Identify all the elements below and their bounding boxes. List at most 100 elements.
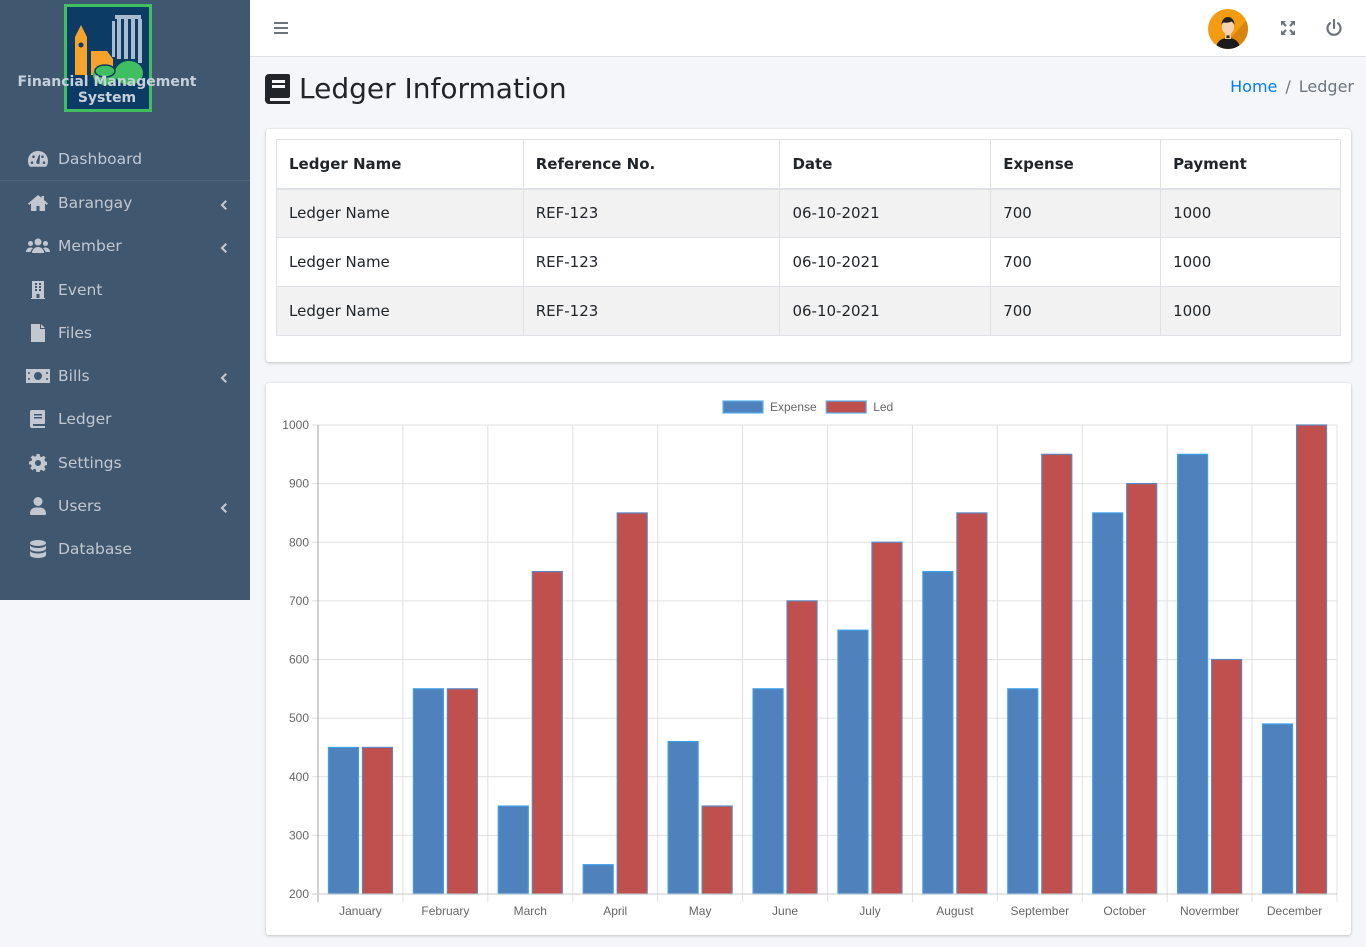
bar-expense-august [922, 570, 954, 895]
sidebar-item-users[interactable]: Users [0, 484, 250, 527]
cell-payment: 1000 [1160, 237, 1341, 287]
home-icon [26, 193, 50, 213]
bar-expense-april [582, 864, 614, 895]
brand-title-line1: Financial Management [17, 74, 197, 90]
hamburger-icon[interactable] [273, 20, 289, 36]
money-bill-icon [26, 366, 50, 386]
sidebar-item-label: Users [58, 497, 102, 516]
y-tick-label: 300 [289, 828, 309, 842]
cell-payment: 1000 [1160, 188, 1341, 238]
x-tick-label: Novermber [1180, 904, 1239, 918]
page-title-text: Ledger Information [299, 72, 567, 105]
bar-led-march [531, 570, 563, 895]
sidebar-item-member[interactable]: Member [0, 225, 250, 268]
bar-expense-september [1007, 688, 1039, 895]
sidebar-item-label: Bills [58, 367, 90, 386]
avatar[interactable] [1208, 9, 1248, 49]
sidebar-item-label: Event [58, 280, 103, 299]
gear-icon [26, 453, 50, 473]
x-tick-label: January [339, 904, 382, 918]
sidebar-item-label: Ledger [58, 410, 112, 429]
bar-led-february [446, 688, 478, 895]
bar-led-may [701, 805, 733, 895]
chevron-left-icon [218, 370, 228, 384]
tachometer-icon [26, 149, 50, 169]
column-header-reference-no[interactable]: Reference No. [522, 139, 781, 190]
cell-reference-no: REF-123 [522, 286, 781, 336]
chevron-left-icon [218, 240, 228, 254]
chevron-left-icon [218, 500, 228, 514]
cell-payment: 1000 [1160, 286, 1341, 336]
bar-led-september [1041, 453, 1073, 895]
chevron-left-icon [218, 197, 228, 210]
x-tick-label: July [859, 904, 880, 918]
y-tick-label: 800 [289, 535, 309, 549]
topbar [250, 0, 1366, 57]
sidebar-item-ledger[interactable]: Ledger [0, 398, 250, 441]
sidebar-item-label: Database [58, 540, 132, 559]
brand[interactable]: Financial Management System [0, 0, 250, 130]
legend-label-led: Led [873, 400, 893, 414]
power-icon[interactable] [1324, 18, 1344, 38]
ledger-table: Ledger Name Reference No. Date Expense P… [276, 139, 1341, 336]
sidebar-item-bills[interactable]: Bills [0, 354, 250, 397]
bar-led-october [1126, 483, 1158, 895]
sidebar-nav: Dashboard Barangay Member Event Files Bi… [0, 138, 250, 571]
database-icon [26, 539, 50, 559]
bar-expense-july [837, 629, 869, 895]
bar-expense-may [667, 740, 699, 895]
legend-swatch-led [825, 400, 867, 414]
breadcrumb: Home / Ledger [1230, 77, 1354, 96]
legend-label-expense: Expense [770, 400, 817, 414]
cell-date: 06-10-2021 [779, 286, 992, 336]
breadcrumb-home-link[interactable]: Home [1230, 77, 1277, 96]
sidebar-item-barangay[interactable]: Barangay [0, 181, 250, 224]
bar-led-august [956, 512, 988, 895]
table-row[interactable]: Ledger Name REF-123 06-10-2021 700 1000 [276, 286, 1341, 336]
brand-title-line2: System [77, 90, 137, 106]
bar-led-novermber [1211, 658, 1243, 895]
y-tick-label: 500 [289, 711, 309, 725]
sidebar-item-dashboard[interactable]: Dashboard [0, 138, 250, 182]
column-header-date[interactable]: Date [779, 139, 992, 190]
sidebar-item-event[interactable]: Event [0, 268, 250, 311]
sidebar-item-database[interactable]: Database [0, 528, 250, 571]
cell-date: 06-10-2021 [779, 237, 992, 287]
sidebar-item-settings[interactable]: Settings [0, 441, 250, 484]
x-tick-label: May [689, 904, 712, 918]
table-row[interactable]: Ledger Name REF-123 06-10-2021 700 1000 [276, 237, 1341, 287]
bar-chart: 200 300 400 500 600 700 800 900 1000 January Febru… [282, 400, 1338, 918]
x-tick-label: September [1010, 904, 1069, 918]
cell-date: 06-10-2021 [779, 188, 992, 238]
chart-legend: Expense Led [722, 400, 893, 414]
y-tick-label: 600 [289, 653, 309, 667]
x-tick-label: April [603, 904, 627, 918]
page-title: Ledger Information [265, 72, 567, 105]
sidebar-item-files[interactable]: Files [0, 311, 250, 354]
sidebar-item-label: Settings [58, 453, 122, 472]
x-tick-label: February [421, 904, 469, 918]
brand-title: Financial Management System [0, 74, 214, 106]
cell-reference-no: REF-123 [522, 188, 781, 238]
building-icon [26, 280, 50, 300]
column-header-ledger-name[interactable]: Ledger Name [276, 139, 524, 190]
column-header-expense[interactable]: Expense [990, 139, 1162, 190]
table-row[interactable]: Ledger Name REF-123 06-10-2021 700 1000 [276, 188, 1341, 238]
expand-icon[interactable] [1278, 18, 1298, 38]
y-tick-label: 200 [289, 887, 309, 901]
cell-ledger-name: Ledger Name [276, 237, 524, 287]
cell-ledger-name: Ledger Name [276, 188, 524, 238]
x-tick-label: December [1267, 904, 1322, 918]
bar-led-december [1295, 424, 1328, 895]
sidebar: Financial Management System Dashboard Ba… [0, 0, 250, 600]
bar-expense-february [412, 688, 444, 895]
column-header-payment[interactable]: Payment [1160, 139, 1341, 190]
bar-led-june [786, 600, 818, 895]
x-tick-label: June [772, 904, 798, 918]
ledger-chart-card: 200 300 400 500 600 700 800 900 1000 January Febru… [266, 383, 1351, 935]
bar-led-july [871, 541, 903, 895]
table-header-row: Ledger Name Reference No. Date Expense P… [276, 139, 1341, 190]
sidebar-item-label: Dashboard [58, 150, 143, 169]
cell-expense: 700 [990, 237, 1162, 287]
cell-reference-no: REF-123 [522, 237, 781, 287]
